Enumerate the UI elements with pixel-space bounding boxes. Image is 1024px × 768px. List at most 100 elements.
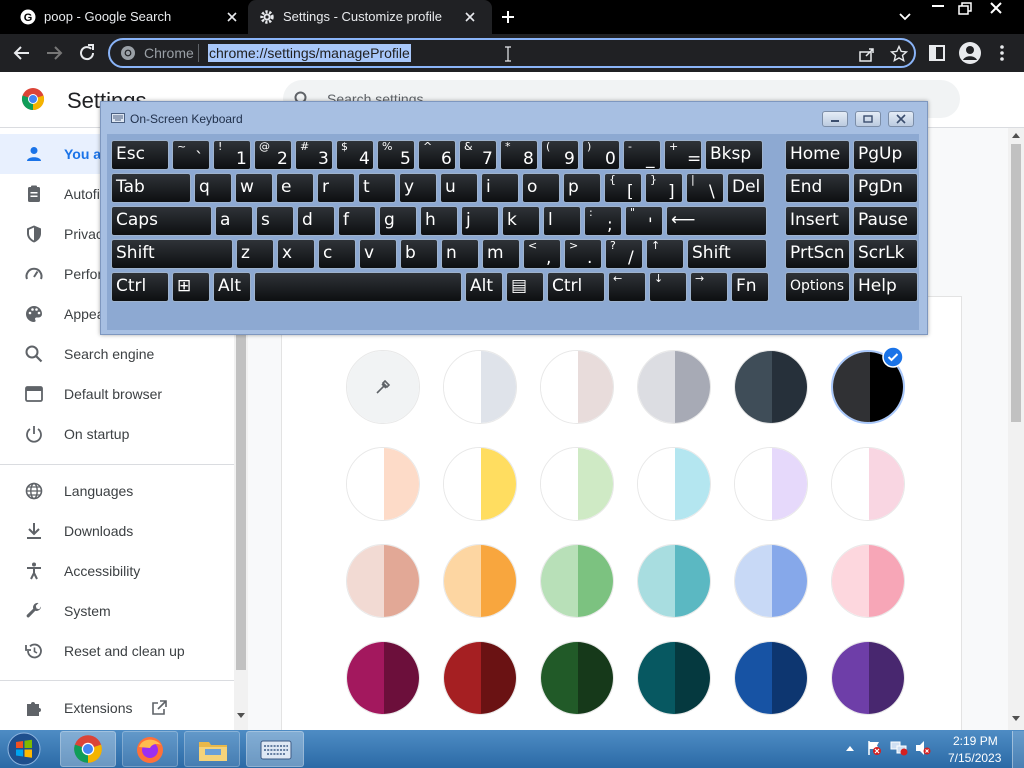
key-down-arrow[interactable]: ↓	[649, 272, 687, 302]
key-enter[interactable]: ⟵	[666, 206, 767, 236]
network-icon[interactable]	[890, 740, 908, 756]
key-quote[interactable]: " '	[625, 206, 663, 236]
theme-color-swatch[interactable]	[733, 349, 809, 425]
sidebar-item-downloads[interactable]: Downloads	[0, 511, 236, 551]
key-shift-right[interactable]: Shift	[687, 239, 767, 269]
taskbar-firefox-button[interactable]	[122, 731, 178, 767]
theme-color-swatch[interactable]	[345, 446, 421, 522]
sidebar-item-languages[interactable]: Languages	[0, 471, 236, 511]
theme-color-swatch[interactable]	[636, 543, 712, 619]
key-i[interactable]: i	[481, 173, 519, 203]
theme-color-swatch[interactable]	[830, 640, 906, 716]
key-period[interactable]: >.	[564, 239, 602, 269]
key-scrlk[interactable]: ScrLk	[853, 239, 918, 269]
tab-google-search[interactable]: G poop - Google Search	[0, 0, 248, 34]
key-help[interactable]: Help	[853, 272, 918, 302]
show-desktop-button[interactable]	[1012, 731, 1024, 768]
key-p[interactable]: p	[563, 173, 601, 203]
key-right-arrow[interactable]: →	[690, 272, 728, 302]
external-link-icon[interactable]	[150, 699, 168, 717]
key-1[interactable]: ! 1	[213, 140, 251, 170]
theme-color-swatch[interactable]	[442, 446, 518, 522]
show-hidden-icons-icon[interactable]	[845, 744, 855, 752]
new-tab-plus-icon[interactable]	[500, 9, 516, 25]
theme-color-swatch[interactable]	[733, 446, 809, 522]
close-tab-icon[interactable]	[462, 9, 478, 25]
address-bar[interactable]: Chrome chrome://settings/manageProfile	[108, 38, 916, 68]
sidebar-item-system[interactable]: System	[0, 591, 236, 631]
sidebar-item-search-engine[interactable]: Search engine	[0, 334, 236, 374]
scroll-up-arrow-icon[interactable]	[1012, 133, 1020, 138]
key-left-arrow[interactable]: ←	[608, 272, 646, 302]
sidebar-item-reset[interactable]: Reset and clean up	[0, 631, 236, 671]
key-pgup[interactable]: PgUp	[853, 140, 918, 170]
clock-time[interactable]: 2:19 PM	[953, 734, 998, 748]
theme-color-swatch[interactable]	[733, 640, 809, 716]
scroll-down-arrow-icon[interactable]	[237, 713, 245, 718]
key-prtscn[interactable]: PrtScn	[785, 239, 850, 269]
key-o[interactable]: o	[522, 173, 560, 203]
key-8[interactable]: * 8	[500, 140, 538, 170]
key-options[interactable]: Options	[785, 272, 850, 302]
key-fn[interactable]: Fn	[731, 272, 769, 302]
sidebar-item-accessibility[interactable]: Accessibility	[0, 551, 236, 591]
key-home[interactable]: Home	[785, 140, 850, 170]
taskbar-osk-button[interactable]	[246, 731, 304, 767]
theme-color-swatch[interactable]	[345, 640, 421, 716]
key-menu[interactable]: ▤	[506, 272, 544, 302]
osk-close-button[interactable]	[888, 111, 914, 127]
bookmark-star-icon[interactable]	[890, 45, 908, 63]
key-backslash[interactable]: | \	[686, 173, 724, 203]
tab-search-chevron-icon[interactable]	[897, 10, 913, 24]
theme-color-swatch[interactable]	[442, 543, 518, 619]
theme-color-swatch[interactable]	[539, 640, 615, 716]
back-arrow-icon[interactable]	[12, 44, 32, 62]
theme-color-swatch[interactable]	[636, 446, 712, 522]
theme-color-swatch[interactable]	[636, 349, 712, 425]
minimize-window-icon[interactable]	[928, 0, 956, 20]
key-v[interactable]: v	[359, 239, 397, 269]
key-3[interactable]: #3	[295, 140, 333, 170]
key-b[interactable]: b	[400, 239, 438, 269]
key-semicolon[interactable]: :;	[584, 206, 622, 236]
close-tab-icon[interactable]	[224, 9, 240, 25]
key-h[interactable]: h	[420, 206, 458, 236]
theme-color-swatch[interactable]	[345, 543, 421, 619]
key-windows[interactable]: ⊞	[172, 272, 210, 302]
restore-window-icon[interactable]	[954, 0, 982, 20]
sidebar-item-on-startup[interactable]: On startup	[0, 414, 236, 454]
scrollbar-thumb[interactable]	[1011, 144, 1021, 422]
key-y[interactable]: y	[399, 173, 437, 203]
osk-restore-button[interactable]	[855, 111, 881, 127]
key-6[interactable]: ^ 6	[418, 140, 456, 170]
key-esc[interactable]: Esc	[111, 140, 169, 170]
profile-avatar-icon[interactable]	[958, 41, 982, 65]
key-a[interactable]: a	[215, 206, 253, 236]
theme-color-swatch[interactable]	[733, 543, 809, 619]
key-open-bracket[interactable]: {[	[604, 173, 642, 203]
key-equals[interactable]: + =	[664, 140, 702, 170]
scroll-down-arrow-icon[interactable]	[1012, 716, 1020, 721]
key-g[interactable]: g	[379, 206, 417, 236]
key-caps-lock[interactable]: Caps	[111, 206, 212, 236]
key-alt-right[interactable]: Alt	[465, 272, 503, 302]
close-window-icon[interactable]	[986, 0, 1014, 20]
taskbar-chrome-button[interactable]	[60, 731, 116, 767]
key-backtick[interactable]: ~ `	[172, 140, 210, 170]
tab-settings[interactable]: Settings - Customize profile	[248, 0, 492, 34]
key-l[interactable]: l	[543, 206, 581, 236]
theme-color-swatch[interactable]	[442, 349, 518, 425]
theme-color-swatch[interactable]	[539, 349, 615, 425]
key-2[interactable]: @2	[254, 140, 292, 170]
osk-title-bar[interactable]: On-Screen Keyboard	[101, 102, 927, 134]
key-slash[interactable]: ? /	[605, 239, 643, 269]
action-center-flag-icon[interactable]	[866, 740, 882, 756]
url-text[interactable]: chrome://settings/manageProfile	[208, 44, 411, 62]
theme-color-swatch[interactable]	[442, 640, 518, 716]
key-n[interactable]: n	[441, 239, 479, 269]
theme-color-swatch[interactable]	[636, 640, 712, 716]
theme-color-swatch[interactable]	[539, 543, 615, 619]
key-w[interactable]: w	[235, 173, 273, 203]
key-x[interactable]: x	[277, 239, 315, 269]
key-insert[interactable]: Insert	[785, 206, 850, 236]
